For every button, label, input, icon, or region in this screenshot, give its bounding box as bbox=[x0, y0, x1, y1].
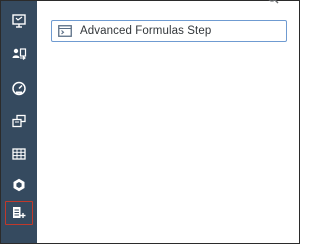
advanced-formulas-step-card[interactable]: Advanced Formulas Step bbox=[51, 20, 287, 42]
sidebar-item-speedometer[interactable] bbox=[5, 76, 33, 100]
sidebar-item-cube[interactable] bbox=[5, 173, 33, 197]
sidebar-item-user-transfer[interactable] bbox=[5, 42, 33, 66]
user-transfer-icon bbox=[12, 48, 27, 60]
sidebar-item-table[interactable] bbox=[5, 142, 33, 166]
sidebar-item-add-step[interactable] bbox=[5, 201, 33, 225]
side-navigation bbox=[1, 1, 37, 243]
copy-screens-icon bbox=[12, 114, 26, 128]
app-window: Advanced Formulas Step bbox=[0, 0, 300, 244]
step-label: Advanced Formulas Step bbox=[80, 25, 212, 37]
data-table-icon bbox=[12, 148, 26, 160]
search-icon[interactable] bbox=[267, 0, 281, 7]
sidebar-item-presentation[interactable] bbox=[5, 9, 33, 33]
formula-window-icon bbox=[58, 25, 72, 37]
add-document-icon bbox=[13, 207, 26, 218]
speedometer-icon bbox=[12, 81, 26, 96]
sidebar-item-copy[interactable] bbox=[5, 109, 33, 133]
presentation-icon bbox=[12, 14, 26, 28]
hexagon-cube-icon bbox=[13, 178, 25, 192]
